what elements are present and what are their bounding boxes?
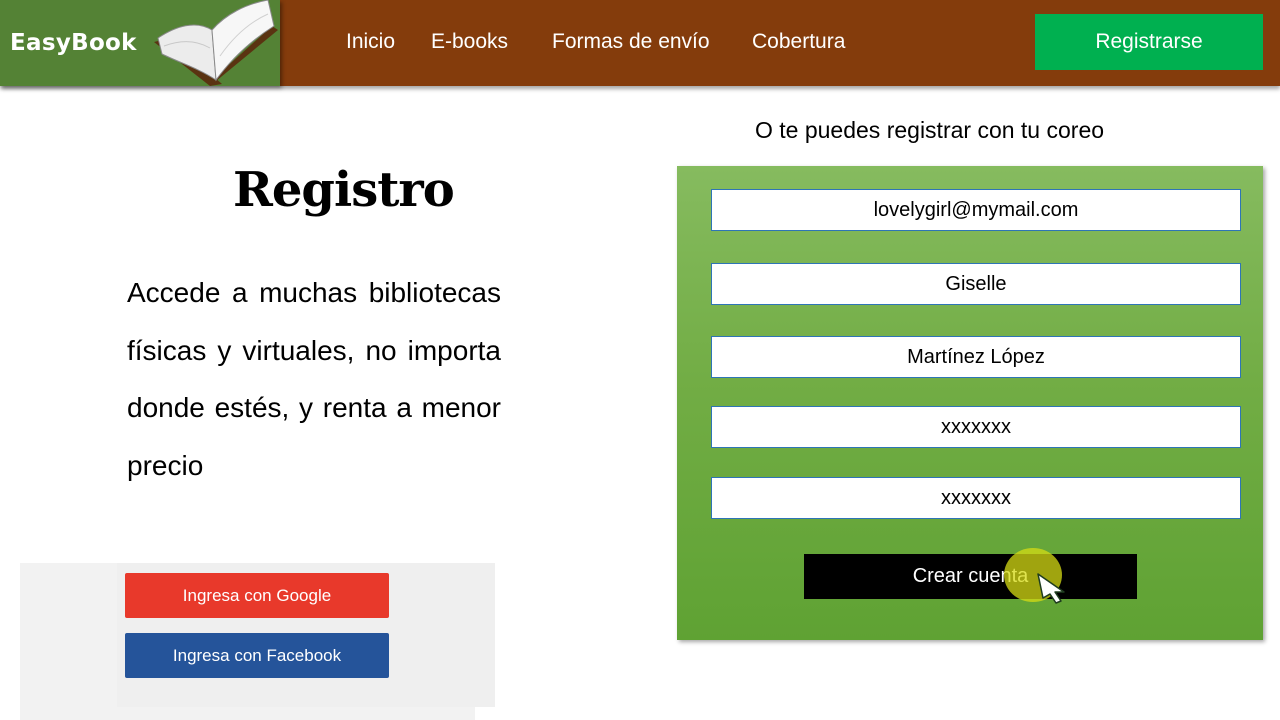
- description-text: Accede a muchas bibliotecas físicas y vi…: [127, 277, 501, 481]
- facebook-login-button[interactable]: Ingresa con Facebook: [125, 633, 389, 678]
- register-button[interactable]: Registrarse: [1035, 14, 1263, 70]
- pointer-cursor-icon: [1037, 573, 1065, 604]
- top-navbar: EasyBook Inicio E-books Formas de envío …: [0, 0, 1280, 86]
- last-name-field[interactable]: Martínez López: [711, 336, 1241, 378]
- brand-name: EasyBook: [10, 30, 137, 56]
- google-login-button[interactable]: Ingresa con Google: [125, 573, 389, 618]
- password-field[interactable]: xxxxxxx: [711, 406, 1241, 448]
- email-field[interactable]: lovelygirl@mymail.com: [711, 189, 1241, 231]
- nav-ebooks[interactable]: E-books: [431, 30, 508, 54]
- nav-formas-de-envio[interactable]: Formas de envío: [552, 30, 710, 54]
- open-book-icon: [154, 0, 278, 86]
- page-title: Registro: [233, 162, 455, 218]
- create-account-button[interactable]: Crear cuenta: [804, 554, 1137, 599]
- form-caption: O te puedes registrar con tu coreo: [755, 117, 1105, 143]
- nav-inicio[interactable]: Inicio: [346, 30, 395, 54]
- first-name-field[interactable]: Giselle: [711, 263, 1241, 305]
- confirm-password-field[interactable]: xxxxxxx: [711, 477, 1241, 519]
- brand-logo[interactable]: EasyBook: [0, 0, 280, 86]
- nav-cobertura[interactable]: Cobertura: [752, 30, 845, 54]
